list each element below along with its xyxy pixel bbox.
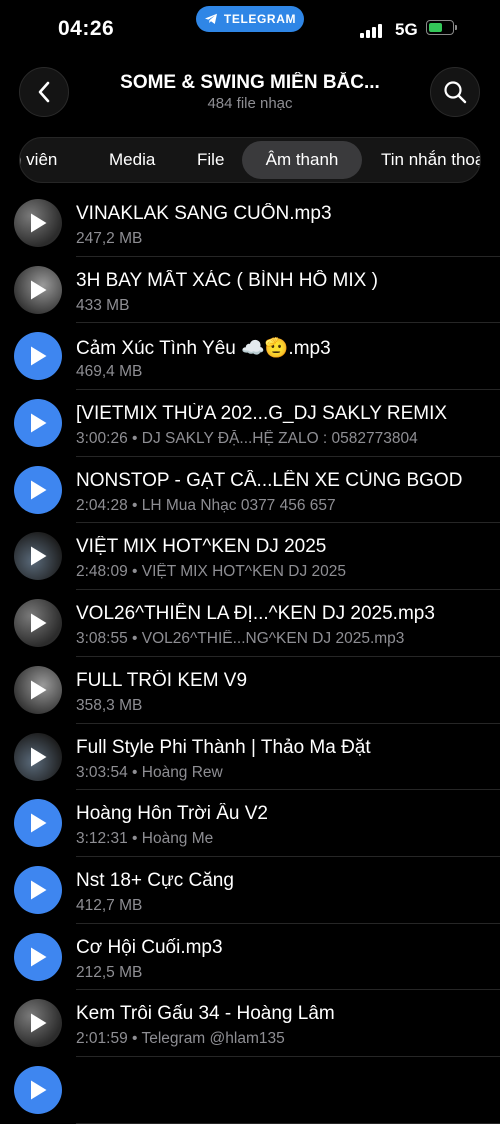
play-icon xyxy=(31,680,47,700)
status-bar: 04:26 TELEGRAM 5G xyxy=(0,0,500,60)
track-subtitle: 3:03:54 • Hoàng Rew xyxy=(76,763,223,781)
battery-tip xyxy=(455,25,457,30)
album-art-play-button[interactable] xyxy=(14,665,62,714)
album-art-play-button[interactable] xyxy=(14,999,62,1048)
track-title: VIỆT MIX HOT^KEN DJ 2025 xyxy=(76,536,327,558)
track-subtitle: 2:01:59 • Telegram @hlam135 xyxy=(76,1030,285,1048)
signal-icon xyxy=(360,22,386,38)
track-title: NONSTOP - GẠT CẦ...LÊN XE CÙNG BGOD xyxy=(76,469,463,491)
album-art-play-button[interactable] xyxy=(14,265,62,314)
play-button[interactable] xyxy=(14,399,62,448)
play-icon xyxy=(31,280,47,300)
play-button[interactable] xyxy=(14,465,62,514)
network-type: 5G xyxy=(395,20,418,39)
track-title: 3H BAY MẤT XÁC ( BÌNH HỒ MIX ) xyxy=(76,269,378,291)
track-title: Cơ Hội Cuối.mp3 xyxy=(76,936,223,958)
tab-members[interactable]: h viên xyxy=(20,138,57,182)
audio-list: VINAKLAK SANG CUỐN.mp3 247,2 MB 3H BAY MẤT… xyxy=(0,190,500,1124)
play-icon xyxy=(31,880,47,900)
track-subtitle: 247,2 MB xyxy=(76,230,143,247)
track-title: Nst 18+ Cực Căng xyxy=(76,869,234,891)
tab-audio[interactable]: Âm thanh xyxy=(242,141,362,179)
play-icon xyxy=(31,947,47,967)
telegram-pill[interactable]: TELEGRAM xyxy=(196,6,304,32)
tab-media[interactable]: Media xyxy=(109,138,155,182)
track-subtitle: 433 MB xyxy=(76,296,130,314)
list-item[interactable]: NONSTOP - GẠT CẦ...LÊN XE CÙNG BGOD 2:04:… xyxy=(0,457,500,524)
list-item[interactable]: Full Style Phi Thành | Thảo Ma Đặt 3:03:5… xyxy=(0,724,500,791)
list-item[interactable]: VIỆT MIX HOT^KEN DJ 2025 2:48:09 • VIỆT M… xyxy=(0,523,500,591)
play-button[interactable] xyxy=(14,332,62,381)
chat-title: SOME & SWING MIỀN BẮC... xyxy=(120,72,380,93)
track-title: VOL26^THIÊN LA ĐỊ...^KEN DJ 2025.mp3 xyxy=(76,603,435,625)
list-item[interactable]: Hoàng Hôn Trời Âu V2 3:12:31 • Hoàng Me xyxy=(0,790,500,857)
track-subtitle: 212,5 MB xyxy=(76,963,143,981)
search-icon xyxy=(444,81,467,104)
play-button[interactable] xyxy=(14,865,62,914)
list-item[interactable]: FULL TRÔI KEM V9 358,3 MB xyxy=(0,657,500,724)
track-title: Cảm Xúc Tình Yêu ☁️🫡.mp3 xyxy=(76,338,331,360)
play-button[interactable] xyxy=(14,932,62,981)
play-icon xyxy=(31,213,47,233)
telegram-icon xyxy=(204,13,217,24)
track-title: VINAKLAK SANG CUỐN.mp3 xyxy=(76,203,332,224)
track-title: [VIETMIX THỪA 202...G_DJ SAKLY REMIX xyxy=(76,403,448,425)
track-subtitle: 3:08:55 • VOL26^THIÊ...NG^KEN DJ 2025.mp… xyxy=(76,630,405,648)
tab-voice-messages[interactable]: Tin nhắn thoại xyxy=(381,138,480,182)
play-icon xyxy=(31,546,47,566)
track-subtitle: 3:00:26 • DJ SAKLY ĐẶ...HỆ ZALO : 058277… xyxy=(76,430,418,448)
track-subtitle: 3:12:31 • Hoàng Me xyxy=(76,830,214,848)
file-count: 484 file nhạc xyxy=(207,95,293,112)
list-item[interactable]: Cơ Hội Cuối.mp3 212,5 MB xyxy=(0,924,500,991)
play-icon xyxy=(31,1013,47,1033)
chevron-left-icon xyxy=(38,81,50,103)
search-button[interactable] xyxy=(430,67,480,117)
play-icon xyxy=(31,813,47,833)
tab-file[interactable]: File xyxy=(197,138,224,182)
track-subtitle: 2:04:28 • LH Mua Nhạc 0377 456 657 xyxy=(76,496,336,514)
list-item[interactable]: VINAKLAK SANG CUỐN.mp3 247,2 MB xyxy=(0,190,500,257)
list-item[interactable]: [VIETMIX THỪA 202...G_DJ SAKLY REMIX 3:00… xyxy=(0,390,500,457)
track-subtitle: 2:48:09 • VIỆT MIX HOT^KEN DJ 2025 xyxy=(76,563,346,581)
track-subtitle: 469,4 MB xyxy=(76,363,143,381)
list-item[interactable]: Cảm Xúc Tình Yêu ☁️🫡.mp3 469,4 MB xyxy=(0,323,500,391)
list-item[interactable]: VOL26^THIÊN LA ĐỊ...^KEN DJ 2025.mp3 3:08… xyxy=(0,590,500,657)
play-icon xyxy=(31,747,47,766)
play-icon xyxy=(31,613,47,633)
album-art-play-button[interactable] xyxy=(14,532,62,581)
track-title: Hoàng Hôn Trời Âu V2 xyxy=(76,803,269,825)
album-art-play-button[interactable] xyxy=(14,199,62,247)
track-subtitle: 358,3 MB xyxy=(76,696,143,714)
track-title: Kem Trôi Gấu 34 - Hoàng Lâm xyxy=(76,1003,335,1025)
album-art-play-button[interactable] xyxy=(14,732,62,781)
play-icon xyxy=(31,346,47,366)
back-button[interactable] xyxy=(19,67,69,117)
media-tabs: h viên Media File Âm thanh Tin nhắn thoạ… xyxy=(19,137,481,183)
status-time: 04:26 xyxy=(58,17,115,40)
row-divider xyxy=(76,1122,500,1124)
list-item[interactable] xyxy=(0,1057,500,1124)
list-item[interactable]: 3H BAY MẤT XÁC ( BÌNH HỒ MIX ) 433 MB xyxy=(0,257,500,324)
play-icon xyxy=(31,413,47,433)
telegram-pill-label: TELEGRAM xyxy=(223,12,297,26)
track-title: FULL TRÔI KEM V9 xyxy=(76,669,248,691)
play-icon xyxy=(31,1080,47,1100)
battery-icon xyxy=(426,20,454,35)
play-button[interactable] xyxy=(14,799,62,848)
list-item[interactable]: Kem Trôi Gấu 34 - Hoàng Lâm 2:01:59 • Tel… xyxy=(0,990,500,1057)
track-title: Full Style Phi Thành | Thảo Ma Đặt xyxy=(76,736,371,758)
track-subtitle: 412,7 MB xyxy=(76,896,143,914)
play-button[interactable] xyxy=(14,1065,62,1114)
album-art-play-button[interactable] xyxy=(14,599,62,648)
list-item[interactable]: Nst 18+ Cực Căng 412,7 MB xyxy=(0,857,500,924)
play-icon xyxy=(31,480,47,500)
